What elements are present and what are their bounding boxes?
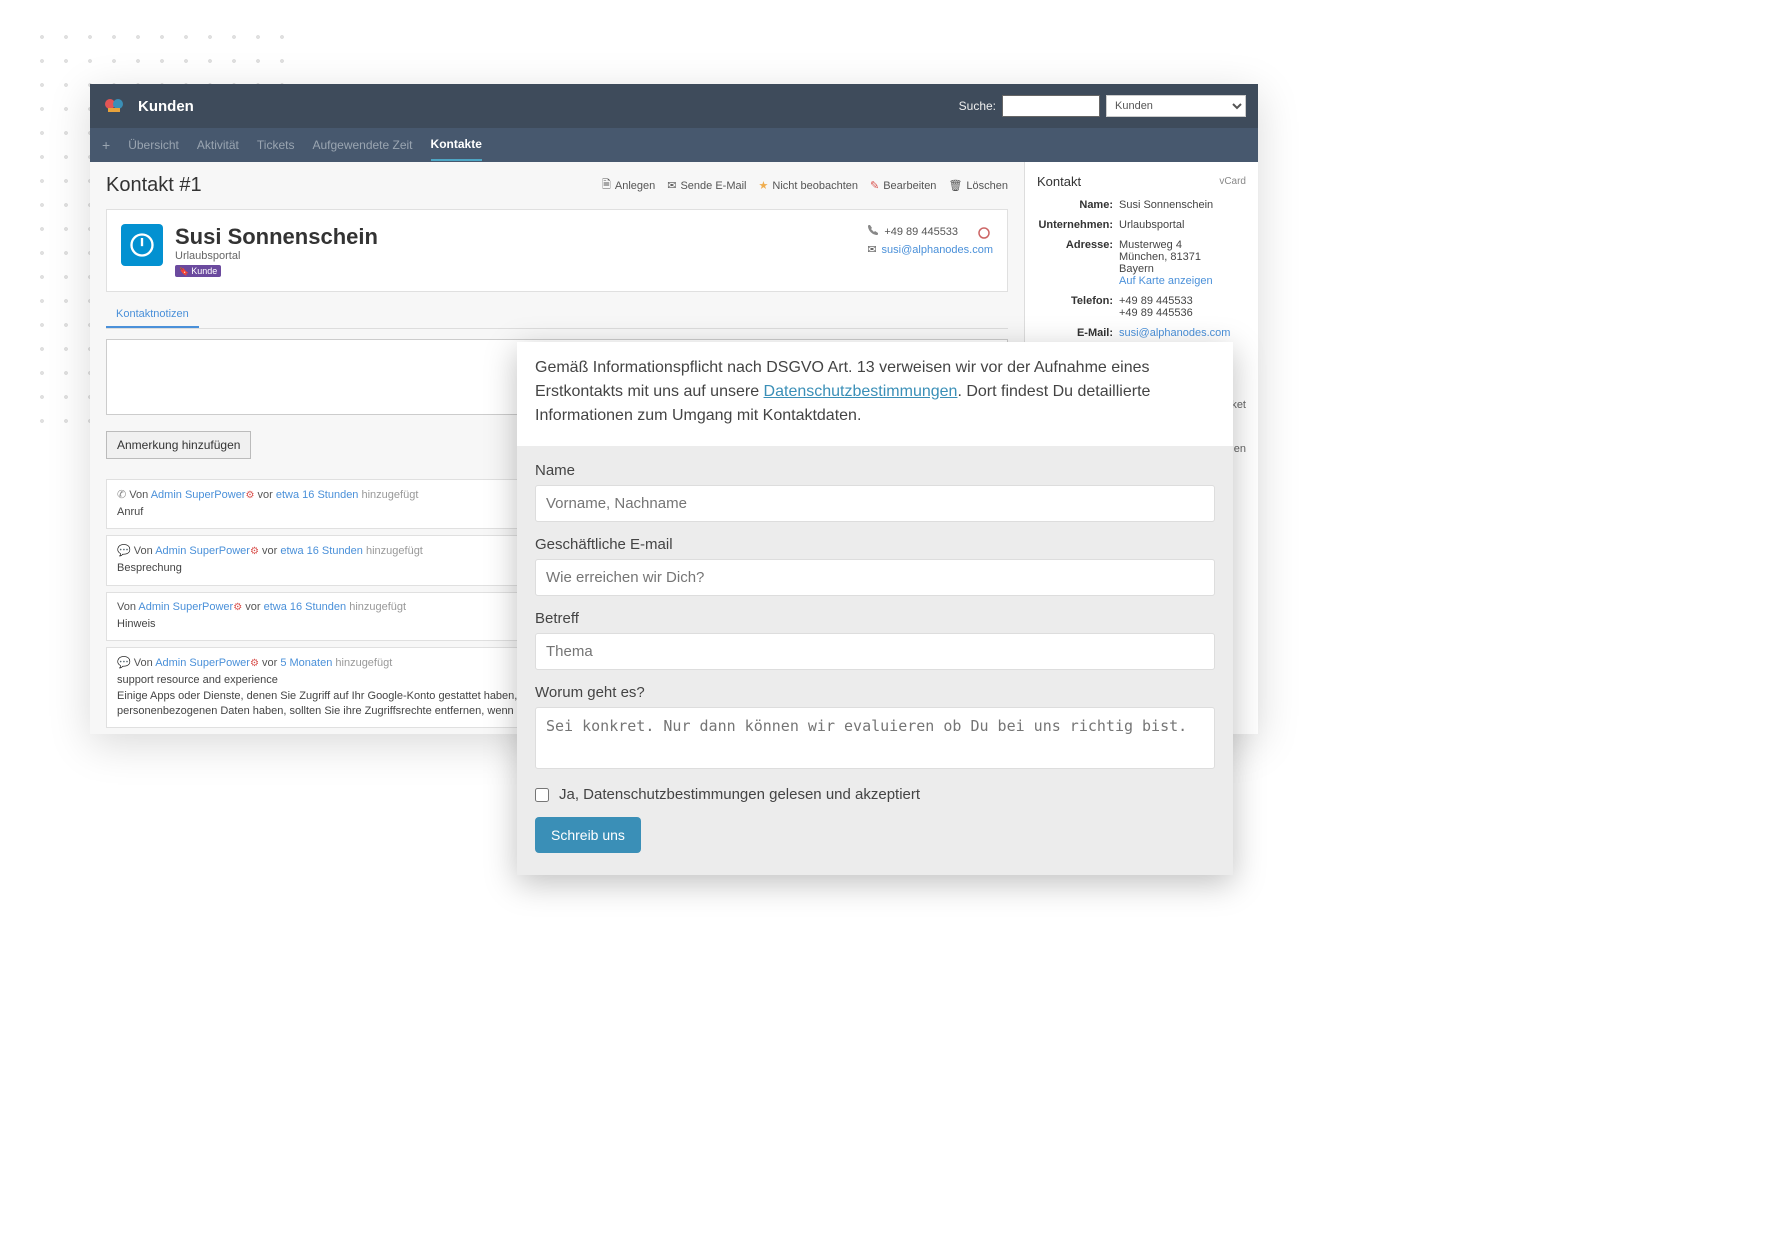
contact-email-link[interactable]: susi@alphanodes.com [882,244,993,256]
nav-item-activity[interactable]: Aktivität [197,130,239,160]
search-area: Suche: Kunden [959,95,1246,117]
comment-icon: 💬 [117,657,131,669]
action-send-email[interactable]: ✉Sende E-Mail [667,176,746,195]
email-input[interactable] [535,559,1215,596]
envelope-icon: ✉ [867,243,876,256]
privacy-checkbox[interactable] [535,788,549,802]
contact-email-row: ✉ susi@alphanodes.com [867,243,993,256]
info-row-company: Unternehmen: Urlaubsportal [1037,219,1246,231]
name-input[interactable] [535,485,1215,522]
star-icon: ★ [759,179,769,192]
search-scope-select[interactable]: Kunden [1106,95,1246,117]
action-create[interactable]: 🗎Anlegen [602,176,655,195]
tab-notes[interactable]: Kontaktnotizen [106,302,199,328]
action-delete[interactable]: 🗑Löschen [948,176,1008,195]
envelope-icon: ✉ [667,179,676,192]
subject-label: Betreff [535,610,1215,627]
sidebar-email-link[interactable]: susi@alphanodes.com [1119,327,1230,339]
phone-icon: ✆ [117,489,126,501]
gear-icon: ⚙ [245,490,254,501]
status-circle-icon [977,226,991,243]
about-textarea[interactable] [535,707,1215,769]
file-icon: 🗎 [602,176,611,195]
sidebar-title-row: Kontakt vCard [1037,174,1246,189]
author-link[interactable]: Admin SuperPower [155,545,250,557]
app-title: Kunden [138,98,959,115]
trash-icon: 🗑 [948,179,962,192]
helpdesk-form-overlay: Gemäß Informationspflicht nach DSGVO Art… [517,342,1233,875]
tabs: Kontaktnotizen [106,302,1008,329]
email-label: Geschäftliche E-mail [535,536,1215,553]
info-row-phone: Telefon: +49 89 445533 +49 89 445536 [1037,295,1246,319]
contact-info: Susi Sonnenschein Urlaubsportal Kunde [175,224,378,277]
action-unwatch[interactable]: ★Nicht beobachten [759,176,859,195]
phone-icon [867,224,879,239]
author-link[interactable]: Admin SuperPower [138,601,233,613]
author-link[interactable]: Admin SuperPower [151,489,246,501]
time-link[interactable]: etwa 16 Stunden [280,545,363,557]
form-intro: Gemäß Informationspflicht nach DSGVO Art… [517,342,1233,446]
name-label: Name [535,462,1215,479]
search-label: Suche: [959,99,996,113]
contact-phone: +49 89 445533 [884,226,958,238]
about-label: Worum geht es? [535,684,1215,701]
comment-icon: 💬 [117,545,131,557]
app-logo-icon [102,94,126,118]
info-row-name: Name: Susi Sonnenschein [1037,199,1246,211]
gear-icon: ⚙ [250,658,259,669]
subject-input[interactable] [535,633,1215,670]
nav-item-tickets[interactable]: Tickets [257,130,295,160]
privacy-checkbox-label: Ja, Datenschutzbestimmungen gelesen und … [559,786,920,803]
add-icon[interactable]: + [102,137,110,153]
page-header: Kontakt #1 🗎Anlegen ✉Sende E-Mail ★Nicht… [90,162,1024,209]
contact-name: Susi Sonnenschein [175,224,378,250]
privacy-checkbox-row: Ja, Datenschutzbestimmungen gelesen und … [535,786,1215,803]
info-row-email: E-Mail: susi@alphanodes.com [1037,327,1246,339]
nav-item-overview[interactable]: Übersicht [128,130,179,160]
contact-phone-row: +49 89 445533 [867,224,993,239]
map-link[interactable]: Auf Karte anzeigen [1119,275,1213,287]
page-actions: 🗎Anlegen ✉Sende E-Mail ★Nicht beobachten… [602,176,1008,195]
author-link[interactable]: Admin SuperPower [155,657,250,669]
privacy-link[interactable]: Datenschutzbestimmungen [764,383,958,400]
topbar: Kunden Suche: Kunden [90,84,1258,128]
gear-icon: ⚙ [233,602,242,613]
contact-card: Susi Sonnenschein Urlaubsportal Kunde +4… [106,209,1008,292]
time-link[interactable]: etwa 16 Stunden [276,489,359,501]
sidebar-title: Kontakt [1037,174,1081,189]
action-edit[interactable]: ✎Bearbeiten [870,176,936,195]
navbar: + Übersicht Aktivität Tickets Aufgewende… [90,128,1258,162]
search-input[interactable] [1002,95,1100,117]
gear-icon: ⚙ [250,546,259,557]
add-note-button[interactable]: Anmerkung hinzufügen [106,431,251,459]
vcard-link[interactable]: vCard [1219,176,1246,187]
form-body: Name Geschäftliche E-mail Betreff Worum … [517,446,1233,875]
pencil-icon: ✎ [870,179,879,192]
contact-badge: Kunde [175,265,221,277]
contact-right-info: +49 89 445533 ✉ susi@alphanodes.com [867,224,993,260]
info-row-address: Adresse: Musterweg 4 München, 81371 Baye… [1037,239,1246,287]
contact-company: Urlaubsportal [175,250,378,262]
avatar [121,224,163,266]
submit-button[interactable]: Schreib uns [535,817,641,853]
time-link[interactable]: 5 Monaten [280,657,332,669]
nav-item-contacts[interactable]: Kontakte [431,129,482,161]
nav-item-time[interactable]: Aufgewendete Zeit [312,130,412,160]
time-link[interactable]: etwa 16 Stunden [264,601,347,613]
page-title: Kontakt #1 [106,174,602,197]
